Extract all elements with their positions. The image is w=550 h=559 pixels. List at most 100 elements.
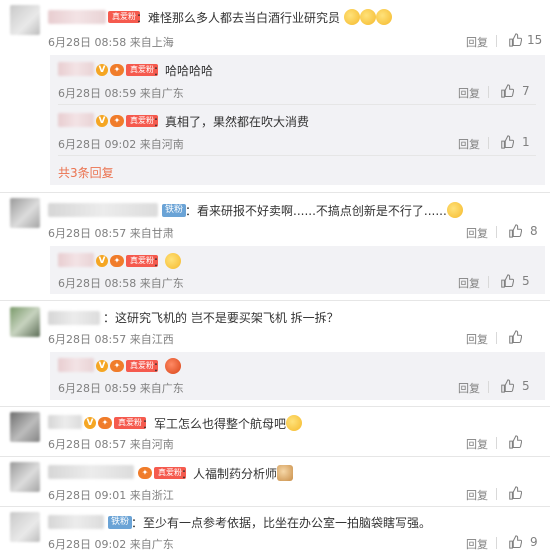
username-blurred[interactable] <box>48 515 104 529</box>
like-count: 15 <box>527 33 543 47</box>
divider <box>496 35 497 47</box>
divider <box>0 300 550 301</box>
comment-text: ：人福制药分析师 <box>181 465 294 482</box>
thumbs-up-icon[interactable] <box>508 33 522 47</box>
expand-replies-link[interactable]: 共3条回复 <box>58 164 114 181</box>
comment-text: ：难怪那么多人都去当白酒行业研究员 <box>136 9 392 26</box>
username-blurred[interactable] <box>58 253 94 267</box>
like-count: 8 <box>530 224 538 238</box>
reply-button[interactable]: 回复 <box>466 487 488 503</box>
comment-text: ：军工怎么也得整个航母吧 <box>142 415 303 432</box>
comment-text: ：看来研报不好卖啊......不搞点创新是不行了...... <box>185 202 463 219</box>
thumbs-up-icon[interactable] <box>508 486 522 500</box>
reply-text: ：哈哈哈哈 <box>153 64 214 78</box>
reply-meta: 6月28日 08:59 来自广东 <box>58 87 184 100</box>
thumbs-up-icon[interactable] <box>508 330 522 344</box>
reply-meta: 6月28日 09:02 来自河南 <box>58 138 184 151</box>
iron-fan-badge: 铁粉 <box>108 516 133 529</box>
comment-meta: 6月28日 08:57 来自河南 <box>48 438 174 451</box>
thumbs-up-icon[interactable] <box>508 535 522 549</box>
level-icon: ✦ <box>110 360 124 372</box>
reply-button[interactable]: 回复 <box>466 331 488 347</box>
reply-button[interactable]: 回复 <box>466 225 488 241</box>
reply-meta: 6月28日 08:59 来自广东 <box>58 382 184 395</box>
thumbs-up-icon[interactable] <box>500 84 514 98</box>
divider <box>58 155 536 156</box>
avatar[interactable] <box>10 412 40 442</box>
username-blurred[interactable] <box>48 10 106 24</box>
emoji-icon <box>359 9 376 25</box>
username-blurred[interactable] <box>58 358 94 372</box>
like-count: 7 <box>522 84 530 98</box>
reply-button[interactable]: 回复 <box>458 275 480 291</box>
reply-text: ： <box>153 358 182 375</box>
comment-text: ：这研究飞机的 岂不是要买架飞机 拆一拆？ <box>103 311 339 325</box>
divider <box>488 137 489 149</box>
like-count: 9 <box>530 535 538 549</box>
divider <box>0 192 550 193</box>
like-count: 5 <box>522 274 530 288</box>
divider <box>496 332 497 344</box>
emoji-icon <box>165 253 182 269</box>
avatar[interactable] <box>10 198 40 228</box>
reply-button[interactable]: 回复 <box>466 536 488 552</box>
comment-meta: 6月28日 08:57 来自甘肃 <box>48 227 174 240</box>
emoji-icon <box>286 415 303 431</box>
divider <box>58 104 536 105</box>
divider <box>496 488 497 500</box>
reply-button[interactable]: 回复 <box>466 436 488 452</box>
emoji-icon <box>375 9 392 25</box>
reply-button[interactable]: 回复 <box>458 85 480 101</box>
username-blurred[interactable] <box>48 311 100 325</box>
cat-emoji-icon <box>277 465 294 481</box>
divider <box>496 537 497 549</box>
divider <box>0 506 550 507</box>
emoji-icon <box>343 9 360 25</box>
avatar[interactable] <box>10 307 40 337</box>
v-badge-icon: V <box>96 64 108 76</box>
thumbs-up-icon[interactable] <box>500 379 514 393</box>
username-blurred[interactable] <box>58 62 94 76</box>
username-blurred[interactable] <box>48 415 82 429</box>
username-blurred[interactable] <box>48 465 134 479</box>
reply-button[interactable]: 回复 <box>458 136 480 152</box>
iron-fan-badge: 铁粉 <box>162 204 187 217</box>
level-icon: ✦ <box>110 115 124 127</box>
level-icon: ✦ <box>110 64 124 76</box>
comment-meta: 6月28日 09:01 来自浙江 <box>48 489 174 502</box>
divider <box>488 86 489 98</box>
divider <box>488 381 489 393</box>
username-blurred[interactable] <box>58 113 94 127</box>
comment-text: ：至少有一点参考依据，比坐在办公室一拍脑袋瞎写强。 <box>131 516 432 530</box>
level-icon: ✦ <box>110 255 124 267</box>
emoji-icon <box>165 358 182 374</box>
level-icon: ✦ <box>98 417 112 429</box>
comment-meta: 6月28日 08:58 来自上海 <box>48 36 174 49</box>
avatar[interactable] <box>10 512 40 542</box>
divider <box>496 226 497 238</box>
comment-meta: 6月28日 09:02 来自广东 <box>48 538 174 551</box>
reply-button[interactable]: 回复 <box>458 380 480 396</box>
thumbs-up-icon[interactable] <box>508 435 522 449</box>
avatar[interactable] <box>10 462 40 492</box>
thumbs-up-icon[interactable] <box>500 135 514 149</box>
avatar[interactable] <box>10 5 40 35</box>
divider <box>0 406 550 407</box>
reply-meta: 6月28日 08:58 来自广东 <box>58 277 184 290</box>
like-count: 1 <box>522 135 530 149</box>
reply-button[interactable]: 回复 <box>466 34 488 50</box>
comment-meta: 6月28日 08:57 来自江西 <box>48 333 174 346</box>
v-badge-icon: V <box>96 255 108 267</box>
username-blurred[interactable] <box>48 203 158 217</box>
v-badge-icon: V <box>96 115 108 127</box>
level-icon: ✦ <box>138 467 152 479</box>
divider <box>0 456 550 457</box>
emoji-icon <box>446 202 463 218</box>
thumbs-up-icon[interactable] <box>500 274 514 288</box>
v-badge-icon: V <box>96 360 108 372</box>
thumbs-up-icon[interactable] <box>508 224 522 238</box>
like-count: 5 <box>522 379 530 393</box>
v-badge-icon: V <box>84 417 96 429</box>
reply-text: ： <box>153 253 182 270</box>
divider <box>488 276 489 288</box>
